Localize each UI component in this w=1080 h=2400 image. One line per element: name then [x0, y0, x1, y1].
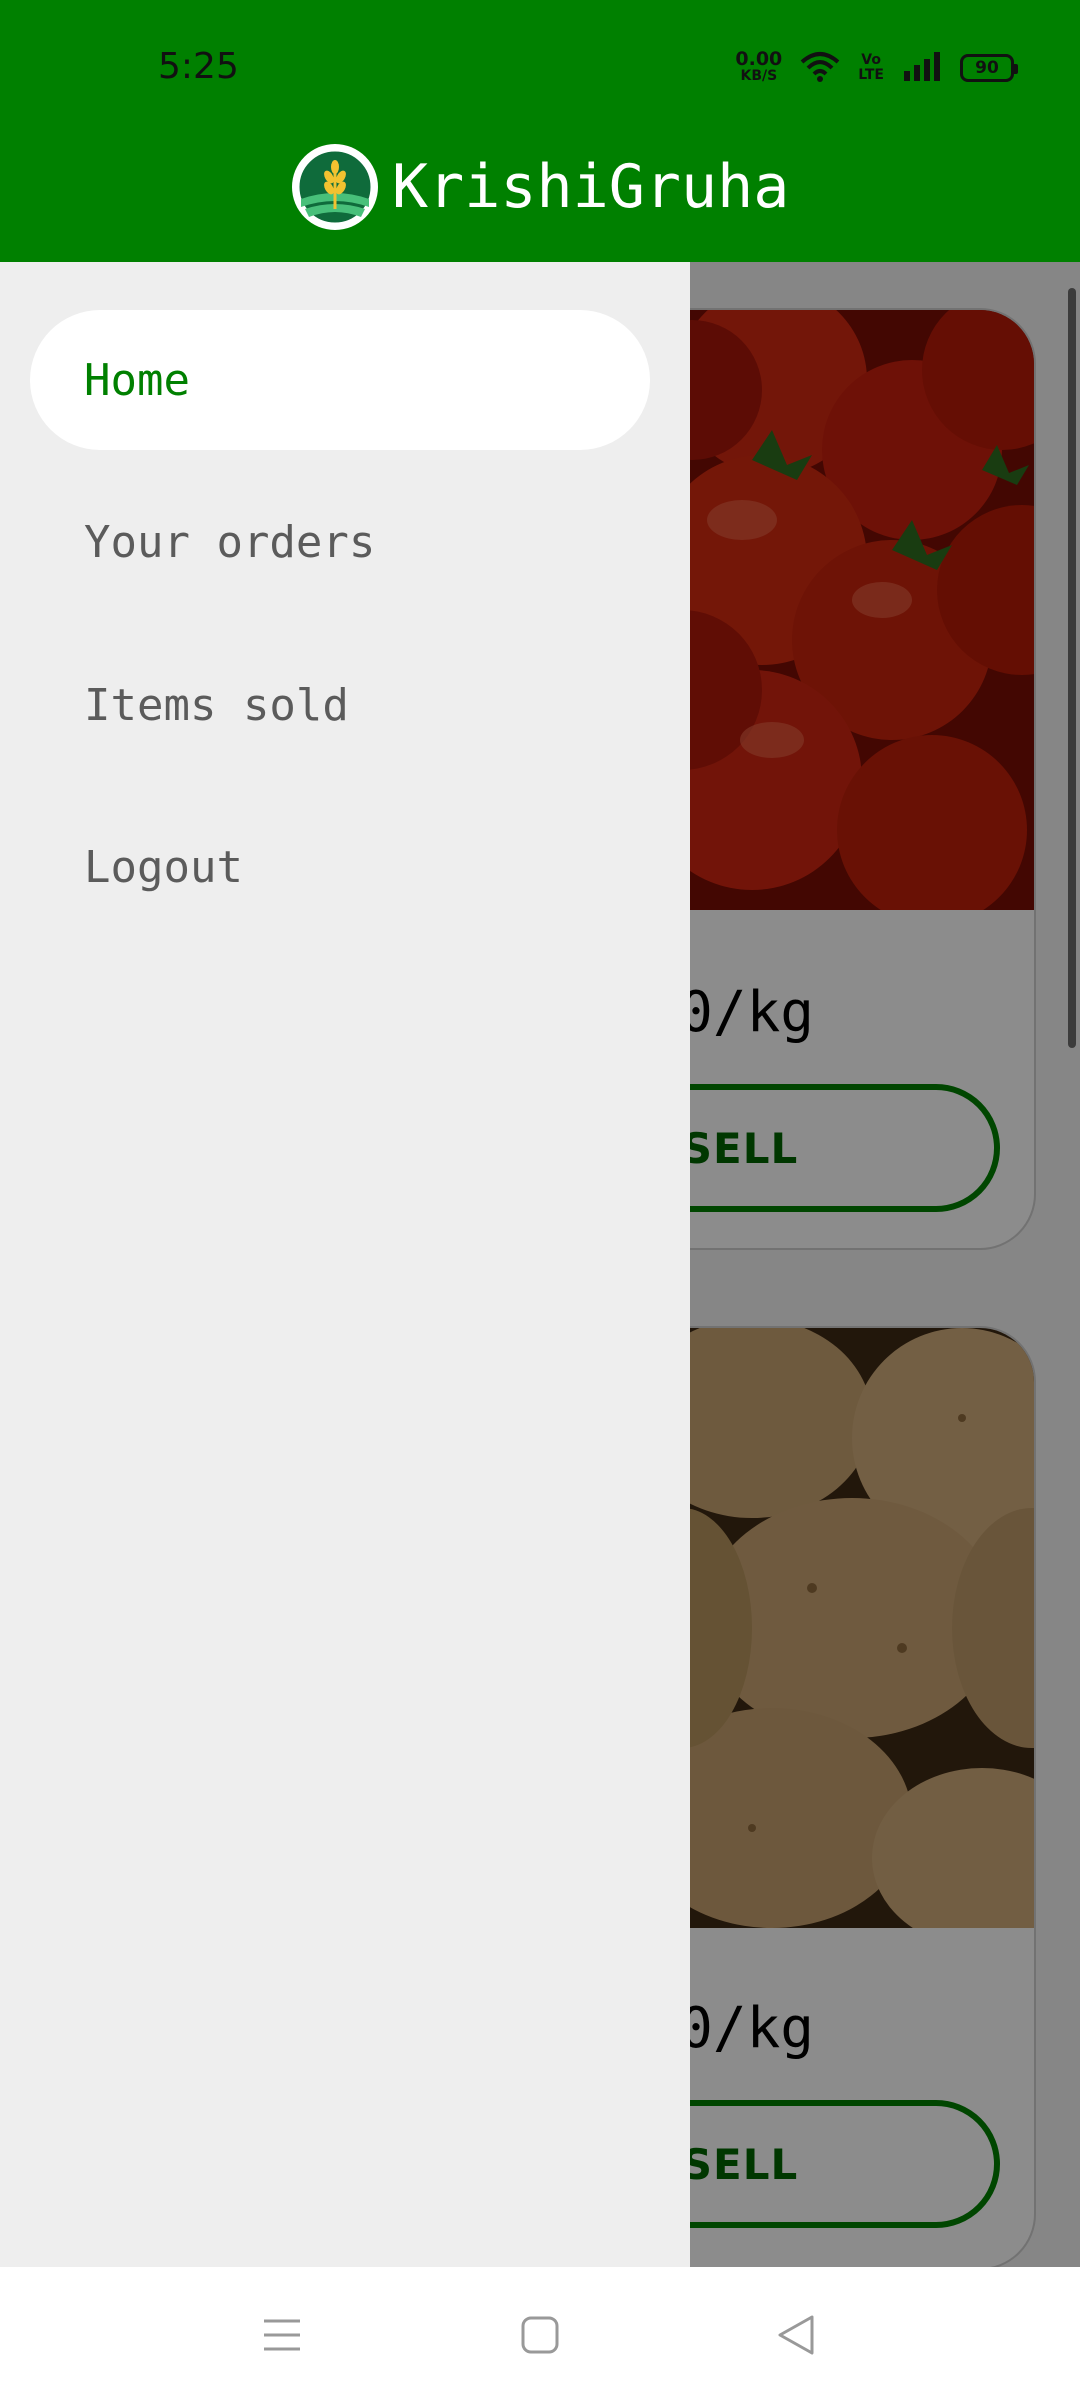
network-speed-unit: KB/S: [740, 68, 778, 84]
menu-icon[interactable]: [260, 2313, 304, 2357]
status-time: 5:25: [158, 46, 239, 87]
network-speed: 0.00 KB/S: [735, 48, 783, 85]
volte-top: Vo: [861, 52, 881, 68]
status-icons: 0.00 KB/S Vo LTE 90: [735, 48, 1018, 86]
drawer-item-label: Items sold: [84, 679, 349, 731]
drawer-item-items-sold[interactable]: Items sold: [30, 635, 650, 775]
battery-level: 90: [975, 58, 999, 78]
brand: KrishiGruha: [292, 144, 789, 230]
drawer-item-home[interactable]: Home: [30, 310, 650, 450]
home-square-icon[interactable]: [518, 2313, 562, 2357]
navigation-drawer: Home Your orders Items sold Logout: [0, 262, 690, 2267]
back-triangle-icon[interactable]: [774, 2313, 818, 2357]
wheat-logo-icon: [292, 144, 378, 230]
battery-icon: 90: [960, 54, 1018, 82]
drawer-item-label: Home: [84, 354, 190, 406]
drawer-item-label: Your orders: [84, 516, 376, 568]
system-nav-bar: [0, 2267, 1080, 2400]
volte-icon: Vo LTE: [858, 53, 884, 83]
app-bar: 5:25 0.00 KB/S Vo LTE 90 KrishiGruha: [0, 0, 1080, 262]
volte-bottom: LTE: [858, 67, 884, 83]
drawer-item-logout[interactable]: Logout: [30, 797, 650, 937]
wifi-icon: [800, 50, 840, 86]
drawer-item-your-orders[interactable]: Your orders: [30, 472, 650, 612]
network-speed-value: 0.00: [735, 48, 783, 70]
drawer-item-label: Logout: [84, 841, 243, 893]
app-title: KrishiGruha: [392, 152, 790, 222]
signal-icon: [902, 51, 942, 85]
